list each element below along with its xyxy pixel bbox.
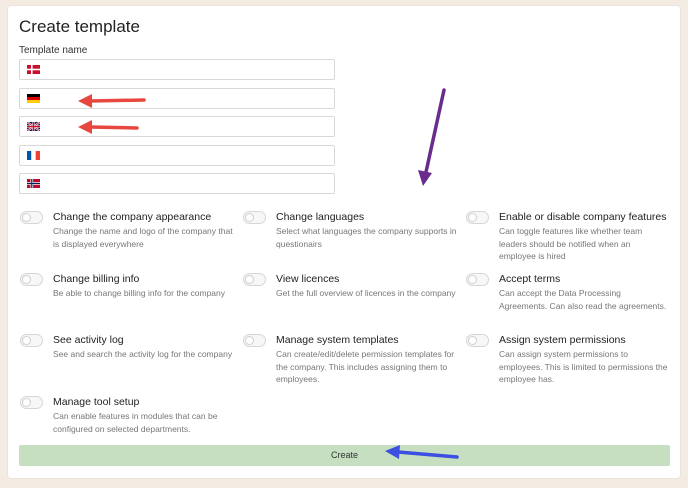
permission-title: Assign system permissions [499, 334, 626, 346]
permission-description: Be able to change billing info for the c… [53, 288, 226, 298]
permission-title: Manage tool setup [53, 396, 140, 408]
permission-description: Get the full overview of licences in the… [276, 288, 456, 298]
template-name-input-german[interactable] [19, 88, 335, 110]
permission-toggle[interactable] [466, 211, 489, 224]
uk-flag-icon [27, 122, 40, 131]
create-button[interactable]: Create [19, 445, 670, 466]
permission-title: Manage system templates [276, 334, 399, 346]
permission-toggle[interactable] [20, 334, 43, 347]
permission-toggle[interactable] [243, 211, 266, 224]
permission-description: Can enable features in modules that can … [53, 411, 218, 434]
permission-toggle[interactable] [20, 396, 43, 409]
permission-toggle[interactable] [20, 211, 43, 224]
permission-title: Change languages [276, 211, 365, 223]
permission-description: See and search the activity log for the … [53, 349, 233, 359]
template-name-input-french[interactable] [19, 145, 335, 167]
france-flag-icon [27, 151, 40, 160]
template-name-input-english[interactable] [19, 116, 335, 138]
permission-toggle[interactable] [466, 273, 489, 286]
permission-description: Can assign system permissions to employe… [499, 349, 668, 384]
permission-toggle[interactable] [243, 334, 266, 347]
permission-toggle[interactable] [20, 273, 43, 286]
template-name-field-danish[interactable] [50, 60, 332, 81]
permission-toggle[interactable] [466, 334, 489, 347]
page-title: Create template [19, 17, 140, 36]
template-name-field-english[interactable] [50, 117, 332, 138]
denmark-flag-icon [27, 65, 40, 74]
template-name-field-norwegian[interactable] [50, 174, 332, 195]
permission-title: Enable or disable company features [499, 211, 667, 223]
permission-description: Can create/edit/delete permission templa… [276, 349, 455, 384]
permission-description: Select what languages the company suppor… [276, 226, 457, 249]
template-name-input-danish[interactable] [19, 59, 335, 81]
permission-description: Change the name and logo of the company … [53, 226, 233, 249]
template-name-field-german[interactable] [50, 89, 332, 110]
permission-description: Can accept the Data Processing Agreement… [499, 288, 667, 311]
permission-title: Accept terms [499, 273, 561, 285]
permission-description: Can toggle features like whether team le… [499, 226, 643, 261]
norway-flag-icon [27, 179, 40, 188]
template-name-input-norwegian[interactable] [19, 173, 335, 195]
permission-title: Change the company appearance [53, 211, 212, 223]
germany-flag-icon [27, 94, 40, 103]
permission-toggle[interactable] [243, 273, 266, 286]
template-name-field-french[interactable] [50, 146, 332, 167]
permission-title: View licences [276, 273, 340, 285]
template-name-label: Template name [19, 45, 88, 56]
permission-title: Change billing info [53, 273, 140, 285]
permission-title: See activity log [53, 334, 124, 346]
